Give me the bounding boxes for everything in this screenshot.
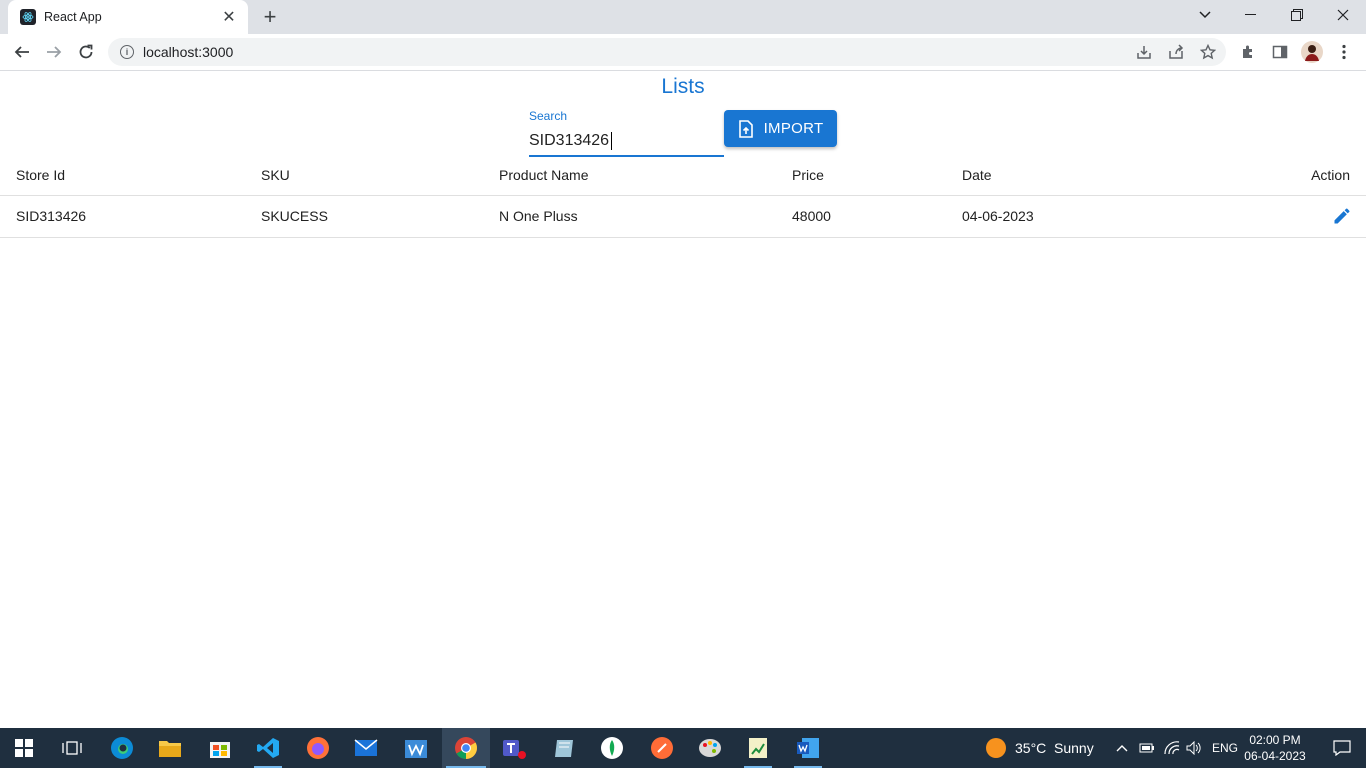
- browser-tab-strip: React App ✕ +: [0, 0, 1366, 34]
- header-price[interactable]: Price: [776, 155, 946, 196]
- windows-start-icon[interactable]: [0, 728, 48, 768]
- browser-tab[interactable]: React App ✕: [8, 0, 248, 34]
- restore-window-icon[interactable]: [1274, 0, 1320, 30]
- cell-store-id: SID313426: [0, 195, 245, 238]
- upload-file-icon: [738, 119, 753, 138]
- page-content: Lists Search IMPORT Store Id SKU Product…: [0, 71, 1366, 728]
- vscode-icon[interactable]: [244, 728, 292, 768]
- import-button-label: IMPORT: [763, 120, 824, 137]
- bookmark-star-icon[interactable]: [1196, 40, 1220, 64]
- mail-icon[interactable]: [342, 728, 390, 768]
- teams-icon[interactable]: [490, 728, 538, 768]
- cell-sku: SKUCESS: [245, 195, 483, 238]
- import-button[interactable]: IMPORT: [724, 110, 837, 147]
- weather-sun-icon[interactable]: [972, 728, 1020, 768]
- header-store-id[interactable]: Store Id: [0, 155, 245, 196]
- new-tab-button[interactable]: +: [258, 4, 282, 29]
- firefox-icon[interactable]: [294, 728, 342, 768]
- windows-taskbar: 35°C Sunny ENG 02:00 PM 06-04-2023: [0, 728, 1366, 768]
- header-action: Action: [1246, 155, 1366, 196]
- tab-title: React App: [44, 10, 102, 24]
- close-window-icon[interactable]: [1320, 0, 1366, 30]
- react-favicon-icon: [20, 9, 36, 25]
- wifi-icon[interactable]: [1160, 728, 1184, 768]
- address-bar[interactable]: i localhost:3000: [108, 38, 1226, 66]
- cell-action: [1246, 195, 1366, 238]
- clock-date: 06-04-2023: [1244, 749, 1306, 763]
- url-text: localhost:3000: [143, 44, 234, 60]
- language-indicator[interactable]: ENG: [1212, 741, 1238, 755]
- search-field[interactable]: Search: [529, 109, 724, 157]
- chrome-icon[interactable]: [442, 728, 490, 768]
- battery-icon[interactable]: [1135, 728, 1159, 768]
- paint-palette-icon[interactable]: [686, 728, 734, 768]
- clock[interactable]: 02:00 PM 06-04-2023: [1240, 732, 1310, 764]
- weather-temperature: 35°C: [1015, 740, 1047, 756]
- task-view-icon[interactable]: [48, 728, 96, 768]
- page-title: Lists: [661, 75, 705, 98]
- forward-arrow-icon[interactable]: [40, 38, 68, 66]
- products-table: Store Id SKU Product Name Price Date Act…: [0, 155, 1366, 238]
- word-icon[interactable]: [784, 728, 832, 768]
- reload-icon[interactable]: [72, 38, 100, 66]
- clock-time: 02:00 PM: [1249, 733, 1301, 747]
- header-sku[interactable]: SKU: [245, 155, 483, 196]
- cell-price: 48000: [776, 195, 946, 238]
- side-panel-icon[interactable]: [1268, 40, 1292, 64]
- header-product-name[interactable]: Product Name: [483, 155, 776, 196]
- browser-menu-icon[interactable]: [1332, 40, 1356, 64]
- microsoft-store-icon[interactable]: [196, 728, 244, 768]
- cell-product-name: N One Pluss: [483, 195, 776, 238]
- table-row: SID313426 SKUCESS N One Pluss 48000 04-0…: [0, 195, 1366, 238]
- weather-condition: Sunny: [1054, 740, 1094, 756]
- mongodb-compass-icon[interactable]: [588, 728, 636, 768]
- extensions-puzzle-icon[interactable]: [1236, 40, 1260, 64]
- show-hidden-icons-chevron-icon[interactable]: [1110, 728, 1134, 768]
- file-explorer-icon[interactable]: [146, 728, 194, 768]
- site-info-icon[interactable]: i: [120, 45, 134, 59]
- tab-close-icon[interactable]: ✕: [220, 8, 238, 26]
- postman-icon[interactable]: [638, 728, 686, 768]
- profile-avatar[interactable]: [1300, 40, 1324, 64]
- volume-icon[interactable]: [1182, 728, 1206, 768]
- back-arrow-icon[interactable]: [8, 38, 36, 66]
- edge-browser-icon[interactable]: [98, 728, 146, 768]
- writer-app-icon[interactable]: [392, 728, 440, 768]
- install-app-icon[interactable]: [1132, 40, 1156, 64]
- header-date[interactable]: Date: [946, 155, 1246, 196]
- notes-app-icon[interactable]: [540, 728, 588, 768]
- cell-date: 04-06-2023: [946, 195, 1246, 238]
- tab-search-chevron-icon[interactable]: [1182, 0, 1228, 30]
- browser-toolbar: i localhost:3000: [0, 34, 1366, 71]
- search-input[interactable]: [529, 129, 724, 153]
- table-header-row: Store Id SKU Product Name Price Date Act…: [0, 155, 1366, 196]
- edit-pencil-icon[interactable]: [1330, 204, 1354, 228]
- spreadsheet-icon[interactable]: [734, 728, 782, 768]
- search-label: Search: [529, 109, 568, 123]
- action-center-icon[interactable]: [1318, 728, 1366, 768]
- minimize-window-icon[interactable]: [1228, 0, 1274, 30]
- share-icon[interactable]: [1164, 40, 1188, 64]
- text-caret: [611, 132, 612, 150]
